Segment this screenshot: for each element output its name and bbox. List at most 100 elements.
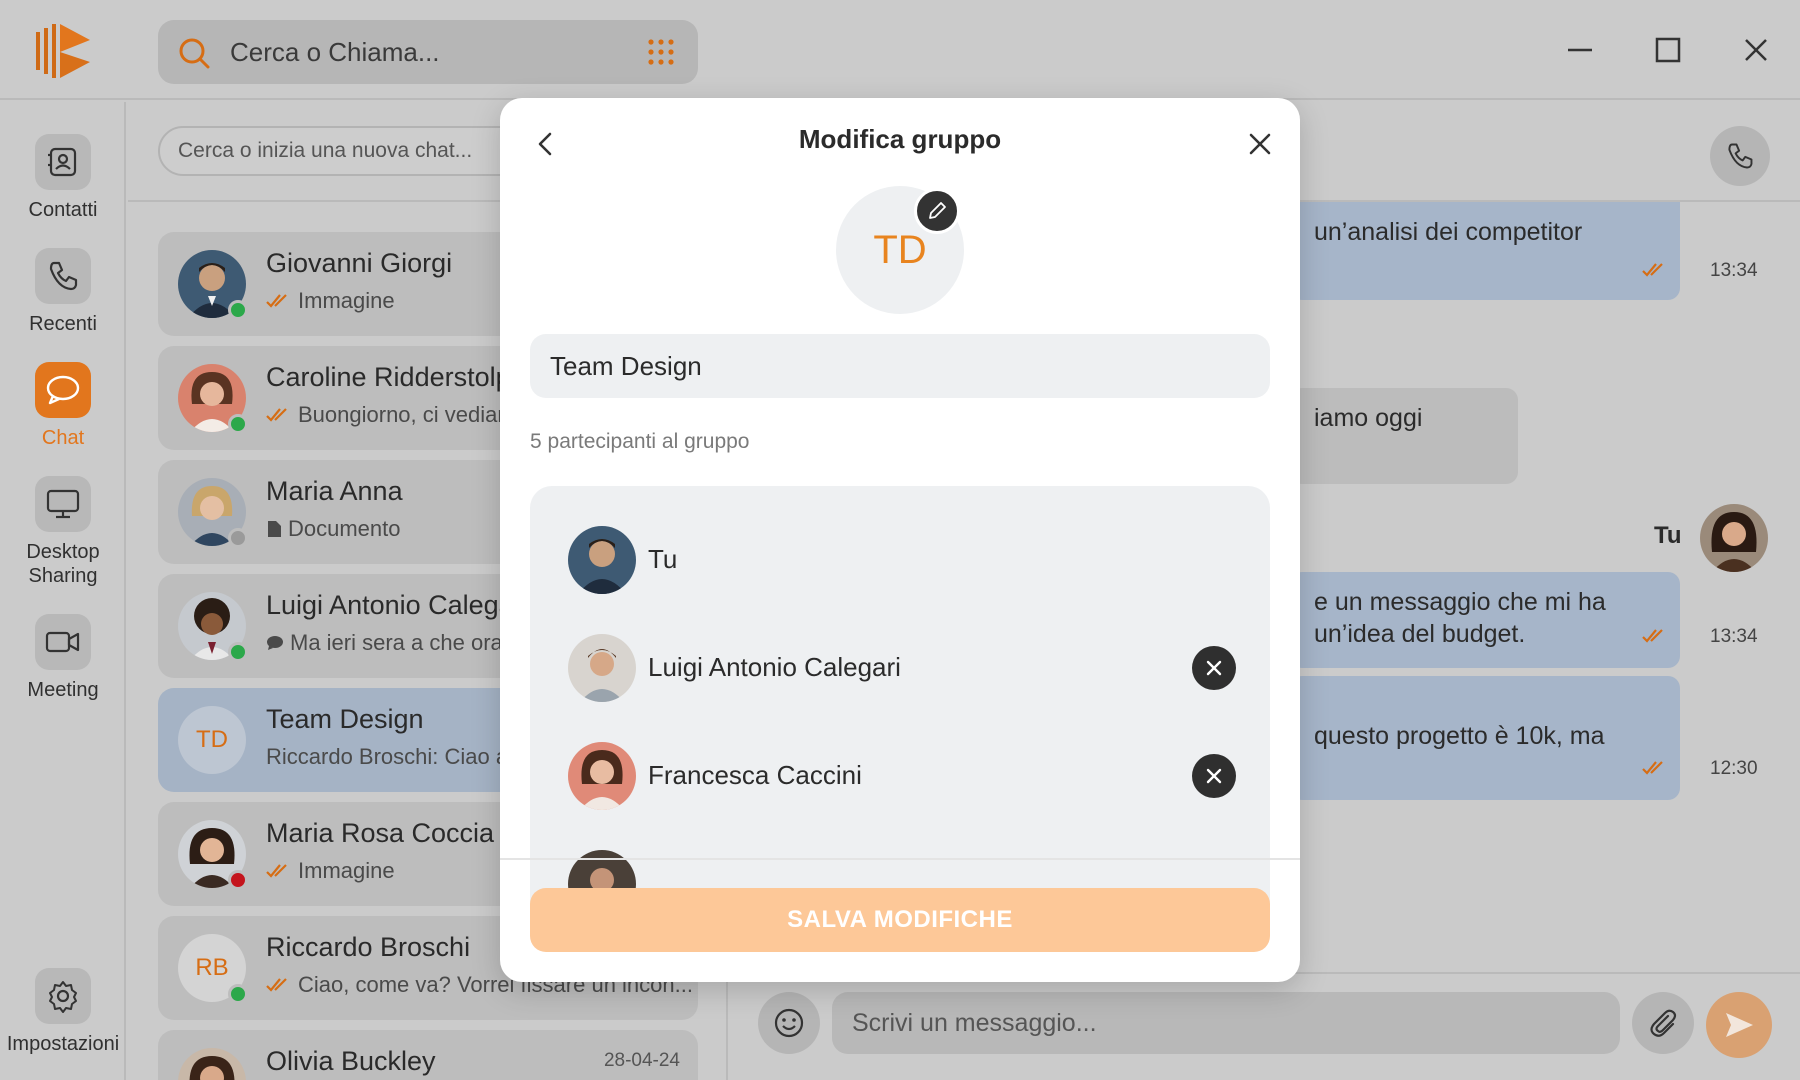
- chat-preview: Buongiorno, ci vediamo: [266, 402, 528, 428]
- nav-label: Desktop Sharing: [26, 541, 100, 587]
- nav-item-desktop-sharing[interactable]: Desktop Sharing: [0, 476, 126, 588]
- online-status-dot: [228, 642, 248, 662]
- message-bubble: iamo oggi: [1290, 388, 1518, 484]
- chat-preview-text: Documento: [288, 516, 401, 541]
- chat-name: Luigi Antonio Calegari: [266, 590, 529, 620]
- double-check-icon: [266, 864, 287, 878]
- online-status-dot: [228, 984, 248, 1004]
- participant-name: Tu: [648, 544, 678, 574]
- chat-list-item[interactable]: Olivia Buckley 28-04-24: [158, 1030, 698, 1080]
- chat-name: Maria Rosa Coccia: [266, 818, 495, 848]
- message-bubble: questo progetto è 10k, ma: [1290, 676, 1680, 800]
- chat-preview-text: Immagine: [298, 288, 395, 313]
- call-button[interactable]: [1710, 126, 1770, 186]
- chat-preview-text: Riccardo Broschi: Ciao a: [266, 744, 509, 769]
- contacts-icon: [48, 147, 77, 177]
- double-check-icon: [1642, 629, 1663, 643]
- busy-status-dot: [228, 870, 248, 890]
- video-camera-icon: [45, 631, 80, 653]
- online-status-dot: [228, 414, 248, 434]
- emoji-button[interactable]: [758, 992, 820, 1054]
- window-close-icon[interactable]: [1736, 30, 1776, 70]
- participant-name: Luigi Antonio Calegari: [648, 652, 901, 682]
- online-status-dot: [228, 300, 248, 320]
- nav-item-recenti[interactable]: Recenti: [0, 248, 126, 336]
- global-search-bar[interactable]: Cerca o Chiama...: [158, 20, 698, 84]
- avatar: [568, 526, 636, 594]
- participant-row: Francesca Caccini: [568, 742, 1248, 812]
- document-icon: [268, 521, 281, 537]
- double-check-icon: [1642, 761, 1663, 775]
- message-icon: [267, 636, 283, 650]
- edit-group-modal: Modifica gruppo TD Team Design 5 parteci…: [500, 98, 1300, 982]
- avatar: [178, 1048, 246, 1080]
- message-text: un’idea del budget.: [1314, 620, 1526, 648]
- global-search-placeholder: Cerca o Chiama...: [230, 37, 440, 67]
- gear-icon: [49, 981, 77, 1013]
- chat-preview: Immagine: [266, 288, 395, 314]
- nav-label: Meeting: [27, 679, 99, 701]
- message-input[interactable]: Scrivi un messaggio...: [832, 992, 1620, 1054]
- pencil-icon: [929, 202, 946, 219]
- phone-icon: [1728, 143, 1753, 169]
- remove-participant-button[interactable]: [1192, 646, 1236, 690]
- close-icon: [1206, 660, 1222, 676]
- group-name-input[interactable]: Team Design: [530, 334, 1270, 398]
- nav-item-meeting[interactable]: Meeting: [0, 614, 126, 702]
- chat-name: Riccardo Broschi: [266, 932, 471, 962]
- divider: [500, 858, 1300, 860]
- title-bar: Cerca o Chiama...: [0, 0, 1800, 100]
- chat-bubble-icon: [46, 375, 80, 405]
- double-check-icon: [266, 408, 287, 422]
- participant-row: Tu: [568, 526, 1248, 596]
- attach-button[interactable]: [1632, 992, 1694, 1054]
- modal-title: Modifica gruppo: [798, 124, 1002, 154]
- app-logo: [36, 24, 90, 78]
- chat-preview-text: Buongiorno, ci vediamo: [298, 402, 528, 427]
- search-icon: [179, 38, 210, 69]
- message-time: 13:34: [1710, 626, 1758, 647]
- dialpad-icon[interactable]: [646, 38, 676, 68]
- close-icon[interactable]: [1242, 126, 1278, 162]
- smiley-icon: [774, 1008, 804, 1038]
- save-changes-button[interactable]: SALVA MODIFICHE: [530, 888, 1270, 952]
- minimize-icon[interactable]: [1560, 30, 1600, 70]
- chat-preview-text: Immagine: [298, 858, 395, 883]
- chat-preview-text: Ma ieri sera a che ora: [290, 630, 503, 655]
- participant-name: Francesca Caccini: [648, 760, 862, 790]
- nav-item-contatti[interactable]: Contatti: [0, 134, 126, 222]
- chat-name: Team Design: [266, 704, 424, 734]
- monitor-icon: [46, 489, 80, 519]
- nav-item-impostazioni[interactable]: Impostazioni: [0, 968, 126, 1056]
- nav-label: Impostazioni: [6, 1033, 120, 1055]
- remove-participant-button[interactable]: [1192, 754, 1236, 798]
- double-check-icon: [266, 978, 287, 992]
- send-button[interactable]: [1706, 992, 1772, 1058]
- message-bubble: un’analisi dei competitor: [1290, 202, 1680, 300]
- participants-list[interactable]: Tu Luigi Antonio Calegari Francesca Cacc…: [530, 486, 1270, 906]
- chat-name: Maria Anna: [266, 476, 403, 506]
- message-text: un’analisi dei competitor: [1314, 218, 1583, 246]
- message-text: iamo oggi: [1314, 404, 1423, 432]
- edit-avatar-button[interactable]: [914, 188, 960, 234]
- left-navigation: Contatti Recenti Chat Desktop Sharing Me…: [0, 102, 126, 1080]
- chat-preview: Ma ieri sera a che ora: [266, 630, 503, 656]
- chat-preview: Documento: [266, 516, 401, 542]
- chat-name: Olivia Buckley: [266, 1046, 436, 1076]
- chat-date: 28-04-24: [603, 1050, 680, 1071]
- avatar-initials: TD: [178, 706, 246, 774]
- send-icon: [1726, 1013, 1753, 1037]
- message-bubble: e un messaggio che mi ha un’idea del bud…: [1290, 572, 1680, 668]
- paperclip-icon: [1650, 1009, 1677, 1037]
- chat-name: Giovanni Giorgi: [266, 248, 453, 278]
- nav-label: Contatti: [28, 199, 98, 221]
- nav-label: Chat: [41, 427, 85, 449]
- chat-name: Caroline Ridderstolpe: [266, 362, 526, 392]
- close-icon: [1206, 768, 1222, 784]
- nav-item-chat[interactable]: Chat: [0, 362, 126, 450]
- participant-row: Luigi Antonio Calegari: [568, 634, 1248, 704]
- phone-icon: [49, 261, 78, 291]
- double-check-icon: [266, 294, 287, 308]
- message-time: 13:34: [1710, 260, 1758, 281]
- maximize-icon[interactable]: [1648, 30, 1688, 70]
